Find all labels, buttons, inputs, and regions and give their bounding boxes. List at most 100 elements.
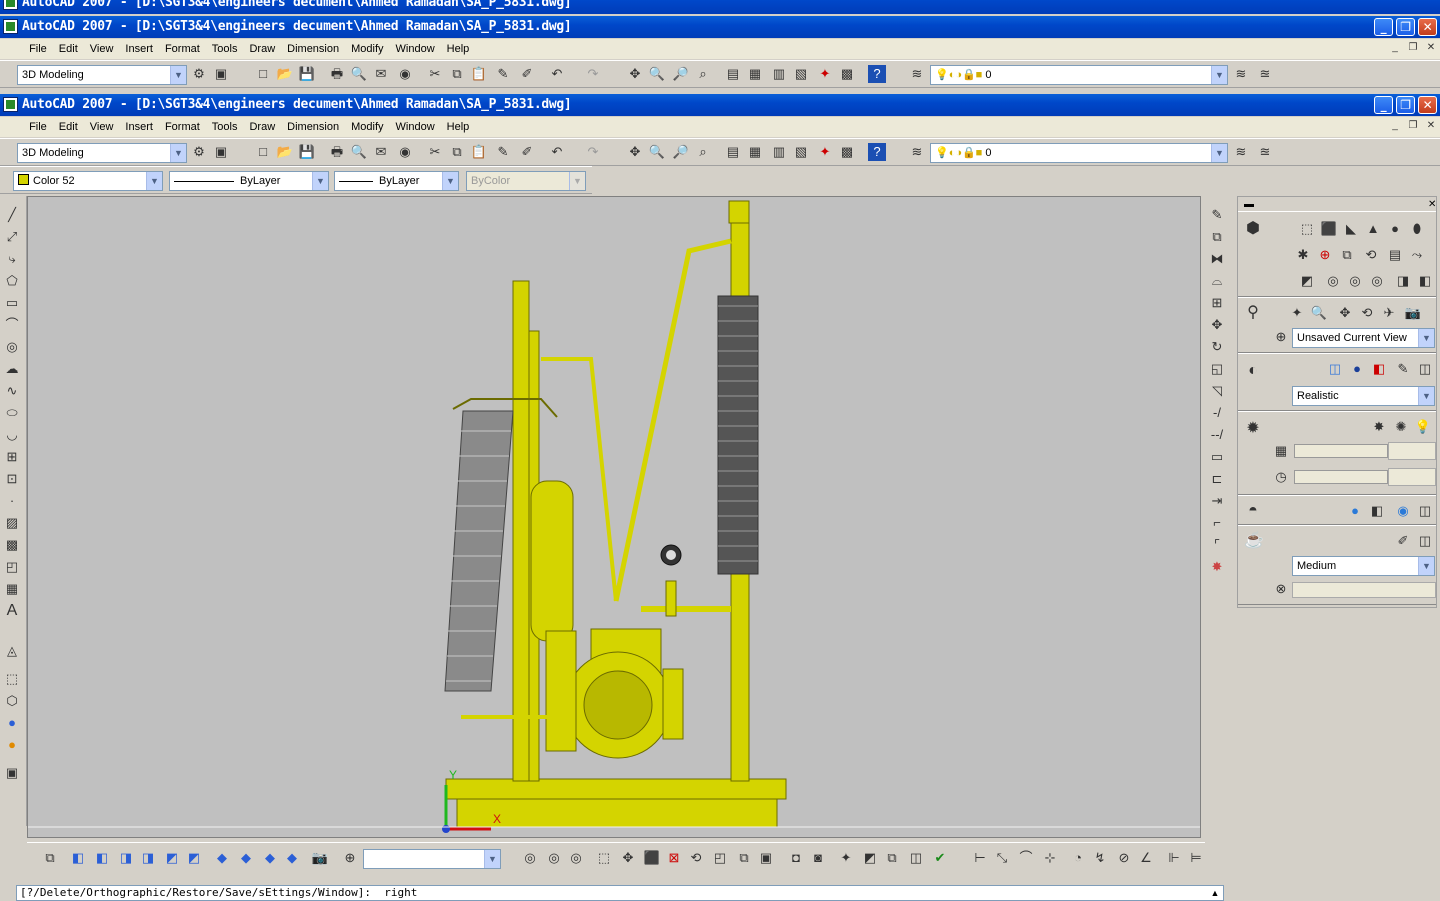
erase-icon[interactable]: ✎	[1208, 206, 1226, 224]
camera-icon[interactable]: 📷	[1404, 304, 1422, 322]
named-view-combo[interactable]: Unsaved Current View ▼	[1292, 328, 1435, 348]
menu-insert[interactable]: Insert	[119, 39, 159, 59]
chevron-down-icon[interactable]: ▼	[1418, 329, 1434, 347]
lineweight-combo[interactable]: ByLayer ▼	[334, 171, 459, 191]
color-faces-icon[interactable]: ▣	[757, 849, 775, 867]
zoom-realtime-icon[interactable]: 🔍	[648, 143, 666, 161]
menu-modify[interactable]: Modify	[345, 117, 389, 137]
menu-view[interactable]: View	[84, 117, 120, 137]
paste-icon[interactable]: 📋	[470, 65, 488, 83]
3d-pan-icon[interactable]: ✥	[1336, 304, 1354, 322]
cut-icon[interactable]: ✂	[426, 65, 444, 83]
ellipse-icon[interactable]: ⬭	[3, 404, 21, 422]
time-input[interactable]	[1388, 468, 1436, 486]
layer-combo[interactable]: 💡◐◑🔒■ 0 ▼	[930, 143, 1228, 163]
close-button[interactable]: ✕	[1418, 18, 1437, 36]
redo-icon[interactable]: ↷	[584, 65, 602, 83]
menu-draw[interactable]: Draw	[243, 117, 281, 137]
top-view-icon[interactable]: ◧	[69, 849, 87, 867]
join-icon[interactable]: ⇥	[1208, 492, 1226, 510]
union-icon[interactable]: ◎	[1324, 272, 1342, 290]
properties-icon[interactable]: ▤	[724, 65, 742, 83]
doc-minimize-button[interactable]: _	[1388, 119, 1402, 133]
section-plane-icon[interactable]: ◨	[1394, 272, 1412, 290]
attach-material-icon[interactable]: ◉	[1394, 502, 1412, 520]
doc-minimize-button[interactable]: _	[1388, 41, 1402, 55]
move-faces-icon[interactable]: ✥	[619, 849, 637, 867]
offset-faces-icon[interactable]: ⬛	[643, 849, 661, 867]
chamfer-icon[interactable]: ⌐	[1208, 514, 1226, 532]
helix-icon[interactable]: ⤳	[1408, 246, 1426, 264]
menu-edit[interactable]: Edit	[53, 117, 84, 137]
zoom-window-icon[interactable]: 🔎	[672, 65, 690, 83]
plot-preview-icon[interactable]: 🔍	[350, 65, 368, 83]
table-icon[interactable]: ▦	[3, 580, 21, 598]
text-icon[interactable]: ◬	[3, 642, 21, 660]
command-scroll-up-icon[interactable]: ▲	[1208, 886, 1222, 900]
sweep-icon[interactable]: ⊕	[1316, 246, 1334, 264]
break-at-point-icon[interactable]: ▭	[1208, 448, 1226, 466]
chevron-down-icon[interactable]: ▼	[442, 172, 458, 190]
pan-icon[interactable]: ✥	[626, 143, 644, 161]
plot-icon[interactable]: 🖶	[328, 143, 346, 161]
multiline-text-icon[interactable]: A	[3, 602, 21, 620]
new-icon[interactable]: □	[254, 143, 272, 161]
material-mapping-icon[interactable]: ◧	[1368, 502, 1386, 520]
jogged-dimension-icon[interactable]: ↯	[1091, 849, 1109, 867]
cut-icon[interactable]: ✂	[426, 143, 444, 161]
materials-browser-icon[interactable]: ●	[1346, 502, 1364, 520]
stretch-icon[interactable]: ◹	[1208, 382, 1226, 400]
explode-icon[interactable]: ✸	[1208, 558, 1226, 576]
menu-format[interactable]: Format	[159, 117, 206, 137]
subtract-icon[interactable]: ◎	[545, 849, 563, 867]
restore-button[interactable]: ❐	[1396, 18, 1415, 36]
chevron-down-icon[interactable]: ▼	[1418, 557, 1434, 575]
tool-palettes-icon[interactable]: ▥	[770, 143, 788, 161]
ucs-combo[interactable]: ▼	[363, 849, 501, 869]
taper-faces-icon[interactable]: ◰	[711, 849, 729, 867]
chevron-down-icon[interactable]: ▼	[484, 850, 500, 868]
ucs-icon[interactable]: ⊕	[341, 849, 359, 867]
slice-icon[interactable]: ◩	[1298, 272, 1316, 290]
sheet-set-icon[interactable]: ▧	[792, 65, 810, 83]
front-view-icon[interactable]: ◩	[163, 849, 181, 867]
revolve-icon[interactable]: ⟲	[1362, 246, 1380, 264]
box-icon[interactable]: ⬚	[3, 670, 21, 688]
block-editor-icon[interactable]: ✐	[518, 65, 536, 83]
imprint-icon[interactable]: ◘	[787, 849, 805, 867]
rotate-faces-icon[interactable]: ⟲	[687, 849, 705, 867]
extract-edges-icon[interactable]: ✔	[931, 849, 949, 867]
redo-icon[interactable]: ↷	[584, 143, 602, 161]
properties-icon[interactable]: ▤	[724, 143, 742, 161]
tool-palettes-icon[interactable]: ▥	[770, 65, 788, 83]
3d-zoom-icon[interactable]: 🔍	[1310, 304, 1328, 322]
extrude-icon[interactable]: ⬚	[1298, 220, 1316, 238]
chevron-down-icon[interactable]: ▼	[1418, 387, 1434, 405]
polyline-icon[interactable]: ⤷	[3, 250, 21, 268]
plot-icon[interactable]: 🖶	[328, 65, 346, 83]
sheet-set-icon[interactable]: ▧	[792, 143, 810, 161]
region-icon[interactable]: ◰	[3, 558, 21, 576]
rectangle-icon[interactable]: ▭	[3, 294, 21, 312]
dashboard-close-icon[interactable]: ✕	[1428, 199, 1436, 210]
undo-icon[interactable]: ↶	[548, 143, 566, 161]
zoom-window-icon[interactable]: 🔎	[672, 143, 690, 161]
default-light-icon[interactable]: ✺	[1392, 418, 1410, 436]
dashboard-collapse-icon[interactable]: ▬	[1244, 199, 1254, 210]
realistic-style-icon[interactable]: ◧	[1370, 360, 1388, 378]
design-center-icon[interactable]: ▦	[746, 65, 764, 83]
render-icon[interactable]: ✐	[1394, 532, 1412, 550]
conceptual-style-icon[interactable]: ✎	[1394, 360, 1412, 378]
workspace-save-icon[interactable]: ▣	[212, 143, 230, 161]
polygon-icon[interactable]: ⬠	[3, 272, 21, 290]
presspull-icon[interactable]: ✱	[1294, 246, 1312, 264]
wedge-icon[interactable]: ⬡	[3, 692, 21, 710]
chevron-down-icon[interactable]: ▼	[312, 172, 328, 190]
visual-style-combo[interactable]: Realistic ▼	[1292, 386, 1435, 406]
doc-close-button[interactable]: ✕	[1424, 119, 1438, 133]
check-icon[interactable]: ⧉	[883, 849, 901, 867]
zoom-previous-icon[interactable]: ⌕	[694, 65, 712, 83]
help-icon[interactable]: ?	[868, 143, 886, 161]
workspace-save-icon[interactable]: ▣	[212, 65, 230, 83]
chevron-down-icon[interactable]: ▼	[1211, 144, 1227, 162]
